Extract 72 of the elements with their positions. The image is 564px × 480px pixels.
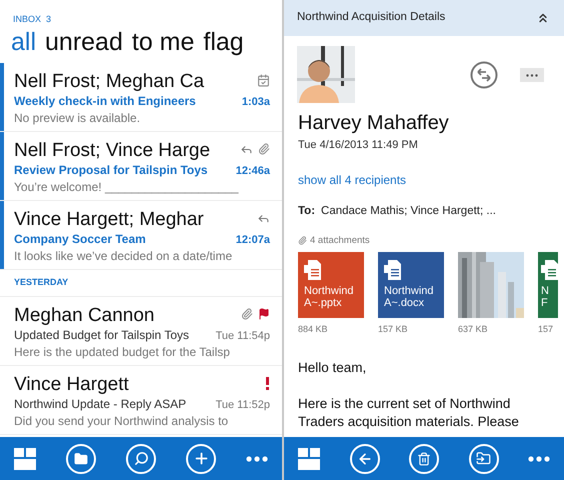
pivot-tab[interactable]: unread [45,28,123,56]
file-tile[interactable]: N F [538,252,558,318]
sender-name: Vince Hargett [14,374,129,396]
move-folder-icon[interactable] [468,444,498,474]
exclamation-icon [264,376,270,390]
reply-circle-icon[interactable] [470,61,498,89]
preview: You’re welcome! ____________________ [14,179,240,195]
document-icon [384,260,401,280]
document-icon [304,260,321,280]
message-row[interactable]: Meghan Cannon Updated Budget for Tailspin Toys Tue 11:54p Here is the updated budget for the Tailsp [0,296,282,366]
folder-icon[interactable] [66,444,96,474]
more-icon[interactable] [528,456,550,462]
more-button[interactable] [520,68,544,82]
preview: It looks like we’ve decided on a date/time [14,248,234,264]
sent-date: Tue 4/16/2013 11:49 PM [298,138,419,153]
file-name: Northwind A~.docx [384,285,435,309]
time: Tue 11:54p [216,328,270,344]
pivot-tab[interactable]: flag [203,28,244,56]
time: 12:46a [236,164,270,178]
file-tile[interactable]: Northwind A~.docx [378,252,444,318]
subject: Company Soccer Team [14,232,146,246]
body-paragraph: Here is the current set of Northwind Traders acquisition materials. Please [298,394,520,430]
more-icon[interactable] [246,456,268,462]
recipients-link[interactable]: show all 4 recipients [298,170,554,188]
subject: Weekly check-in with Engineers [14,94,196,108]
subject: Updated Budget for Tailspin Toys [14,328,190,342]
sender-name: Harvey Mahaffey [298,111,450,135]
unread-count: 3 [46,13,52,26]
flag-icon [258,308,270,320]
pivot-tab[interactable]: all [11,28,36,56]
to-label: To: [298,204,316,218]
time: 1:03a [242,94,270,110]
message-row[interactable]: Nell Frost; Vince Harge Review Proposal for Tailspin Toys 12:46a You’re welcome! ____________________ [0,132,282,200]
more-icon [526,74,538,76]
time: Tue 11:52p [216,398,270,412]
file-size: 637 KB [458,323,489,336]
tiles-icon[interactable] [298,448,320,470]
file-name: N F [541,285,550,309]
calendar-icon [257,74,270,86]
preview: Here is the updated budget for the Tailsp [14,344,231,360]
search-icon[interactable] [126,444,156,474]
sender-name: Meghan Cannon [14,304,154,326]
message-row[interactable]: Vince Hargett Northwind Update - Reply ASAP Tue 11:52p Did you send your Northwind analysis to [0,366,282,434]
sender-name: Nell Frost; Meghan Ca [14,70,204,92]
subject: Northwind Update - Reply ASAP [14,396,186,412]
message-title: Northwind Acquisition Details [297,10,446,26]
message-row[interactable]: Nell Frost; Meghan Ca Weekly check-in with Engineers 1:03a No preview is available. [0,62,282,132]
file-tile[interactable]: Northwind A~.pptx [298,252,364,318]
message-row[interactable]: Vince Hargett; Meghar Company Soccer Team 12:07a It looks like we’ve decided on a date/time [0,200,282,270]
sender-name: Nell Frost; Vince Harge [14,140,210,162]
document-icon [541,260,558,280]
body-paragraph: Hello team, [298,358,368,376]
sender-name: Vince Hargett; Meghar [14,208,204,230]
preview: No preview is available. [14,110,142,126]
file-size: 884 KB [298,323,329,336]
add-icon[interactable] [186,444,216,474]
paperclip-icon [298,236,307,246]
paperclip-icon [258,143,270,155]
preview: Did you send your Northwind analysis to [14,413,230,429]
file-name: Northwind A~.pptx [304,285,355,309]
pivot-tab[interactable]: to me [132,28,194,56]
subject: Review Proposal for Tailspin Toys [14,162,208,178]
trash-icon[interactable] [409,444,439,474]
file-size: 157 [538,323,554,336]
paperclip-icon [241,308,253,320]
attachments-count: 4 attachments [310,234,370,248]
date-header: YESTERDAY [14,276,68,289]
file-size: 157 KB [378,323,409,336]
time: 12:07a [236,232,270,248]
recipients: Candace Mathis; Vince Hargett; ... [321,204,496,218]
tiles-icon[interactable] [14,448,36,470]
inbox-label: INBOX [13,13,42,26]
